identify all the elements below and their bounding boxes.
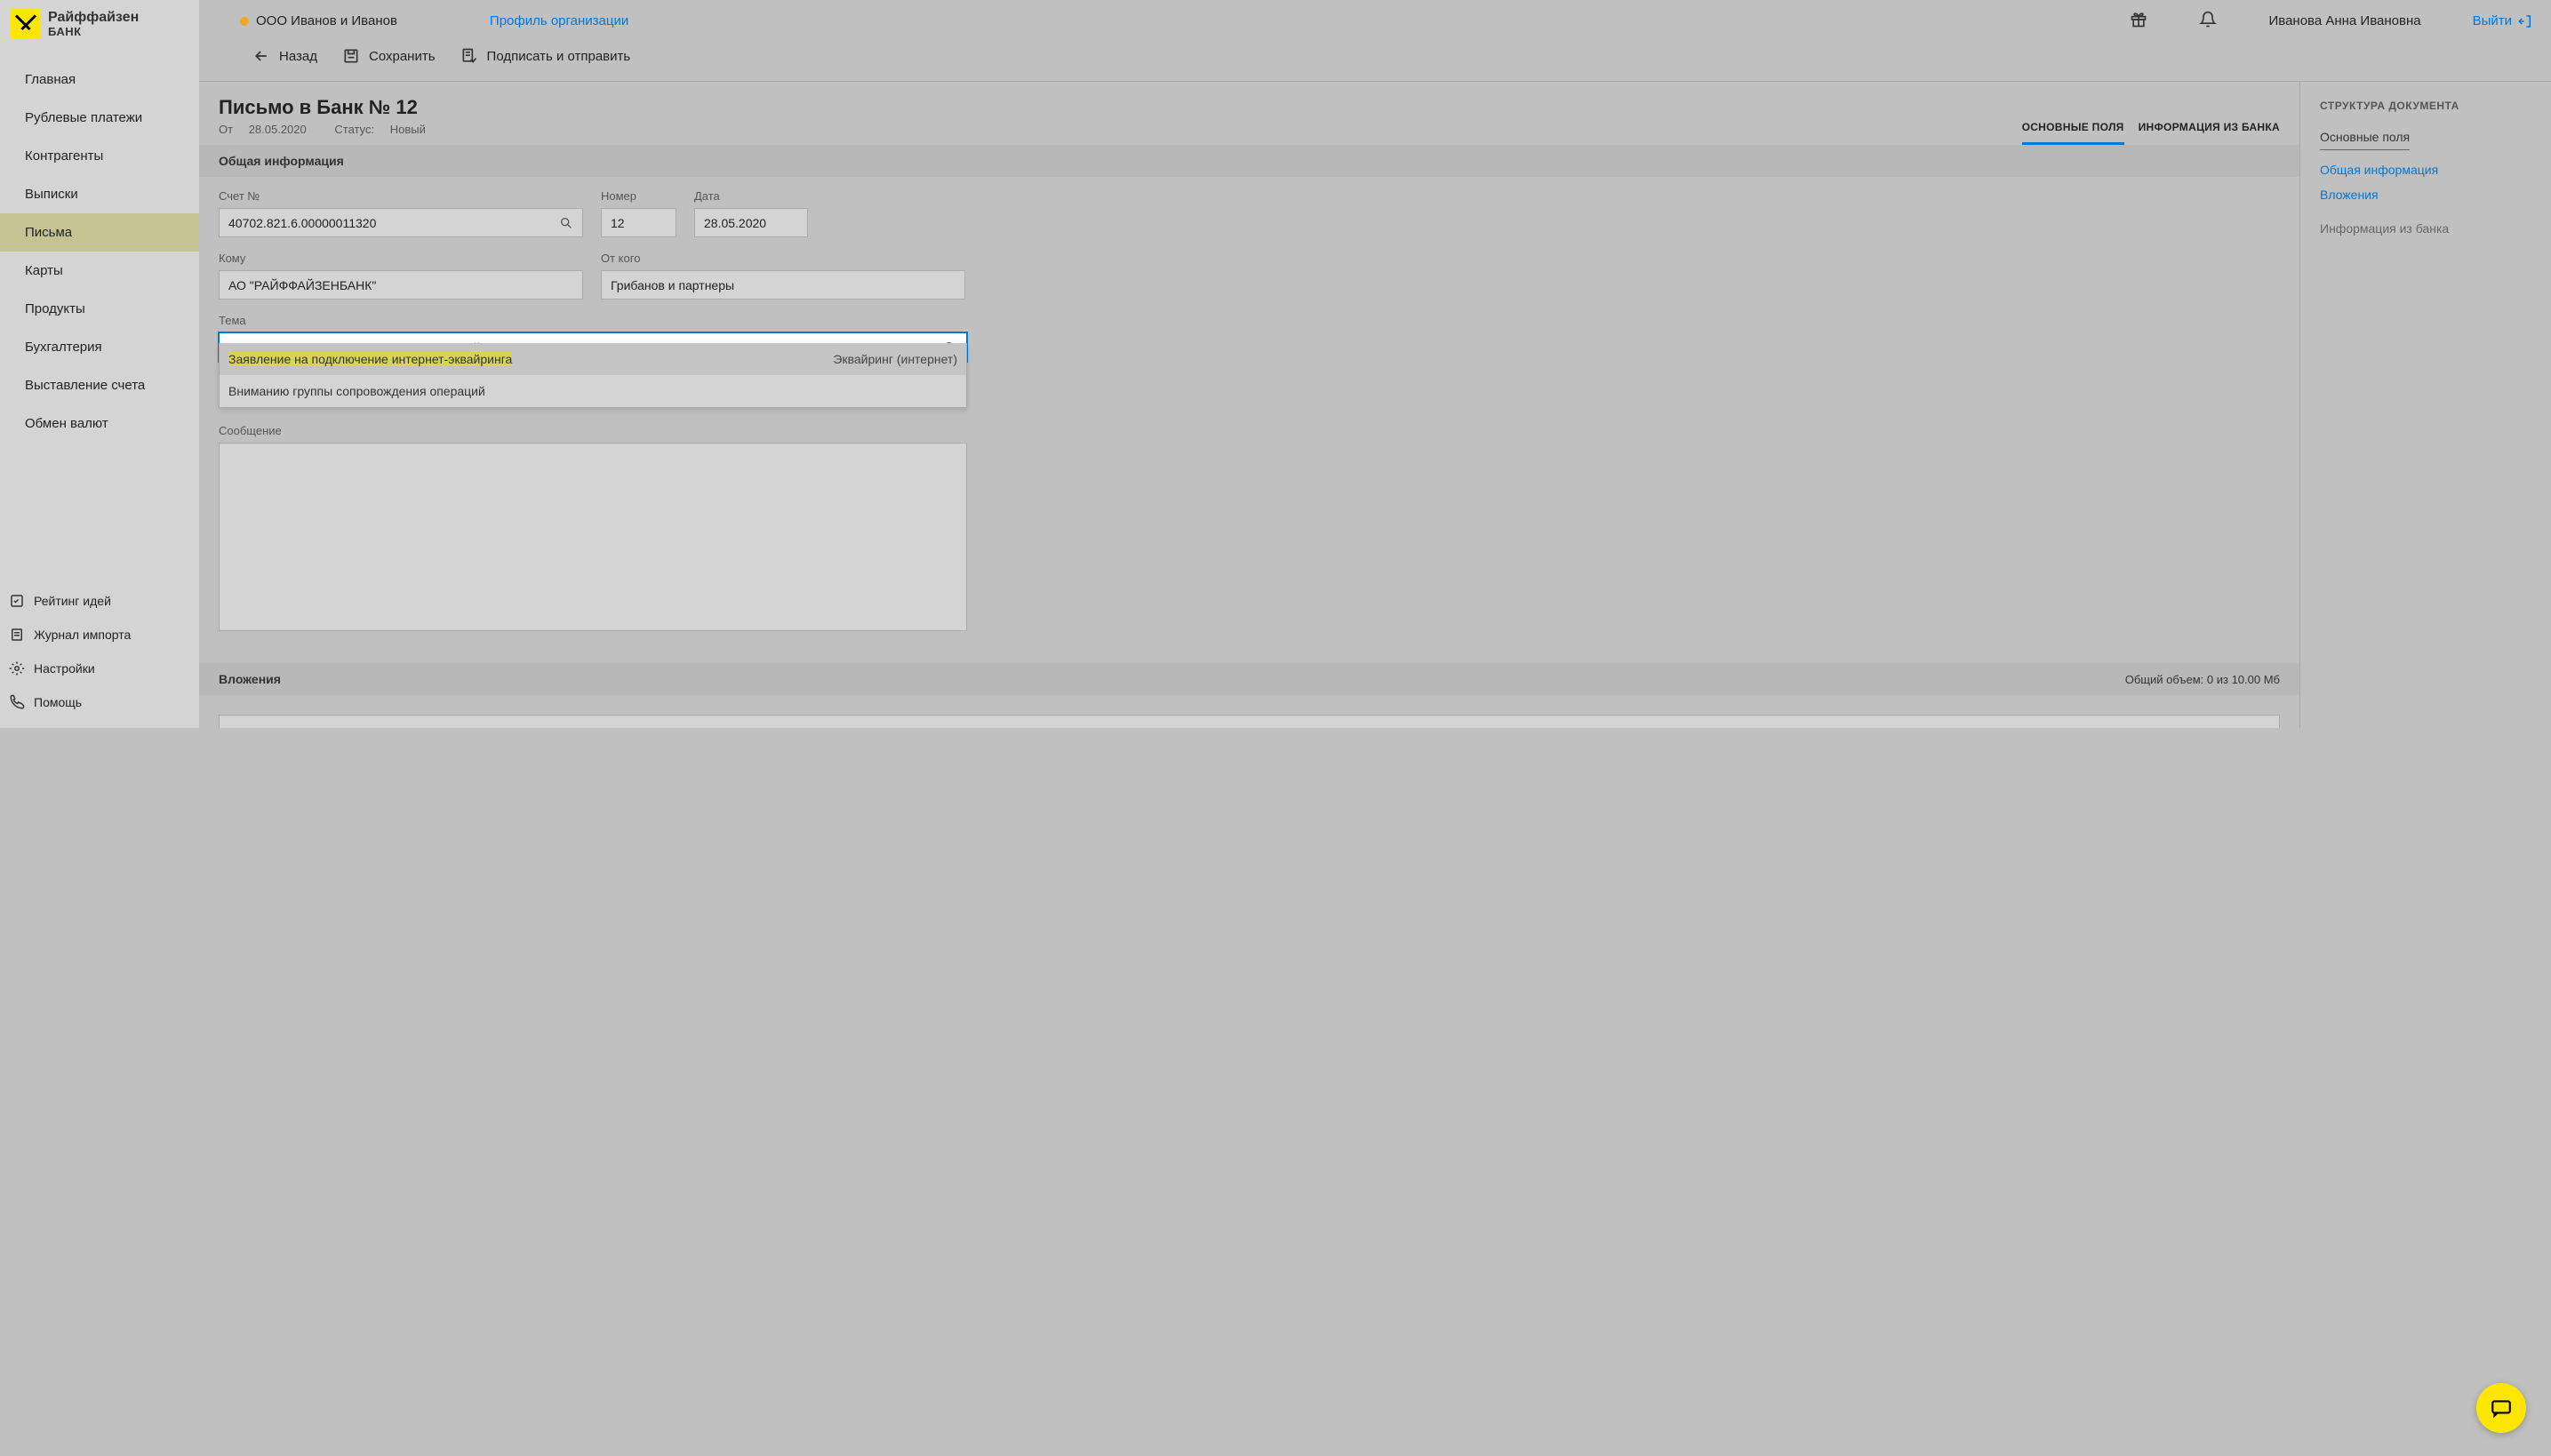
toolbar: Назад Сохранить Подписать и отправить [199,38,2551,82]
nav-currency-exchange[interactable]: Обмен валют [0,404,199,443]
content: Письмо в Банк № 12 От 28.05.2020 Статус:… [199,82,2300,728]
back-button[interactable]: Назад [252,47,317,65]
nav-home[interactable]: Главная [0,60,199,99]
outline-title: СТРУКТУРА ДОКУМЕНТА [2320,100,2531,112]
document-meta: От 28.05.2020 Статус: Новый [219,123,451,136]
main-area: ООО Иванов и Иванов Профиль организации … [199,0,2551,728]
section-general-header: Общая информация [199,145,2299,177]
nav-counterparties[interactable]: Контрагенты [0,137,199,175]
logo[interactable]: Райффайзен БАНК [0,0,199,48]
subject-autocomplete: Заявление на подключение интернет-эквайр… [219,343,967,408]
autocomplete-item[interactable]: Заявление на подключение интернет-эквайр… [220,343,966,375]
arrow-left-icon [252,47,270,65]
subject-label: Тема [219,314,967,327]
logo-mark-icon [11,9,41,39]
nav-products[interactable]: Продукты [0,290,199,328]
gift-icon[interactable] [2130,11,2147,31]
logo-line1: Райффайзен [48,10,139,26]
account-input[interactable]: 40702.821.6.00000011320 [219,208,583,237]
nav-invoicing[interactable]: Выставление счета [0,366,199,404]
message-textarea[interactable] [219,443,967,631]
lightbulb-icon [9,593,25,609]
section-attachments-header: Вложения Общий объем: 0 из 10.00 Мб [199,663,2299,695]
tab-main-fields[interactable]: ОСНОВНЫЕ ПОЛЯ [2022,121,2124,145]
outline-main-fields[interactable]: Основные поля [2320,124,2410,150]
to-label: Кому [219,252,583,265]
nav-ruble-payments[interactable]: Рублевые платежи [0,99,199,137]
from-input[interactable]: Грибанов и партнеры [601,270,965,300]
document-outline: СТРУКТУРА ДОКУМЕНТА Основные поля Общая … [2300,82,2551,728]
logout-link[interactable]: Выйти [2473,13,2533,29]
nav-letters[interactable]: Письма [0,213,199,252]
org-selector[interactable]: ООО Иванов и Иванов [240,13,397,28]
logo-line2: БАНК [48,25,139,38]
attachments-size-info: Общий объем: 0 из 10.00 Мб [2125,673,2280,686]
search-icon[interactable] [559,216,573,230]
document-header: Письмо в Банк № 12 От 28.05.2020 Статус:… [199,82,2299,145]
number-label: Номер [601,189,676,203]
topbar: ООО Иванов и Иванов Профиль организации … [199,0,2551,38]
document-title: Письмо в Банк № 12 [219,96,451,119]
outline-general[interactable]: Общая информация [2320,157,2531,182]
import-icon [9,627,25,643]
org-status-dot-icon [240,17,249,26]
nav-cards[interactable]: Карты [0,252,199,290]
autocomplete-item[interactable]: Вниманию группы сопровождения операций [220,375,966,407]
sign-send-icon [460,47,478,65]
document-tabs: ОСНОВНЫЕ ПОЛЯ ИНФОРМАЦИЯ ИЗ БАНКА [2022,121,2280,145]
chat-fab[interactable] [2476,1383,2526,1433]
nav-secondary: Рейтинг идей Журнал импорта Настройки По… [0,584,199,728]
tab-bank-info[interactable]: ИНФОРМАЦИЯ ИЗ БАНКА [2139,121,2280,145]
section-general-body: Счет № 40702.821.6.00000011320 Номер 12 [199,177,2299,663]
account-label: Счет № [219,189,583,203]
save-button[interactable]: Сохранить [342,47,436,65]
attachment-dropzone[interactable]: Выберите файл или перетащите в эту облас… [219,715,2280,728]
nav-main: Главная Рублевые платежи Контрагенты Вып… [0,60,199,584]
outline-attachments[interactable]: Вложения [2320,182,2531,207]
logout-icon [2517,13,2533,29]
user-name[interactable]: Иванова Анна Ивановна [2268,13,2420,28]
org-profile-link[interactable]: Профиль организации [490,13,628,28]
phone-icon [9,694,25,710]
gear-icon [9,660,25,676]
bell-icon[interactable] [2199,11,2217,31]
sidebar: Райффайзен БАНК Главная Рублевые платежи… [0,0,199,728]
to-input[interactable]: АО "РАЙФФАЙЗЕНБАНК" [219,270,583,300]
save-icon [342,47,360,65]
chat-icon [2490,1396,2513,1420]
nav-help[interactable]: Помощь [0,685,199,719]
from-label: От кого [601,252,965,265]
nav-settings[interactable]: Настройки [0,652,199,685]
nav-statements[interactable]: Выписки [0,175,199,213]
nav-import-log[interactable]: Журнал импорта [0,618,199,652]
outline-bank-info[interactable]: Информация из банка [2320,216,2531,241]
number-input[interactable]: 12 [601,208,676,237]
date-label: Дата [694,189,808,203]
message-label: Сообщение [219,424,967,437]
sign-send-button[interactable]: Подписать и отправить [460,47,631,65]
nav-accounting[interactable]: Бухгалтерия [0,328,199,366]
date-input[interactable]: 28.05.2020 [694,208,808,237]
nav-ideas[interactable]: Рейтинг идей [0,584,199,618]
